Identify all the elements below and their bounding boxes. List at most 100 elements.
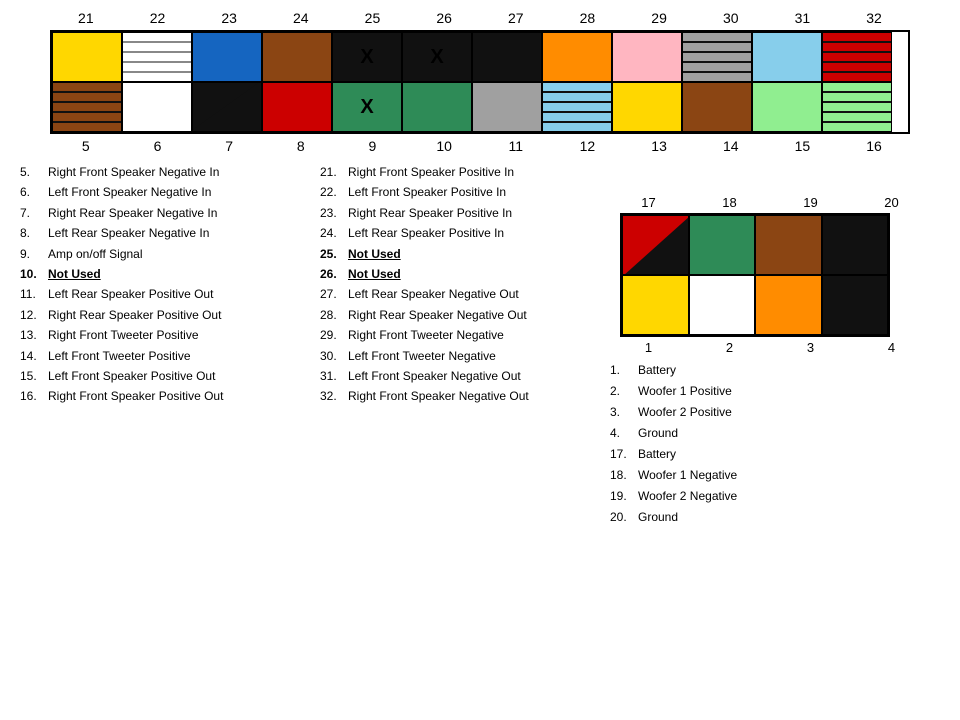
legend-num-23: 23. bbox=[320, 203, 348, 223]
pin-30: 30 bbox=[696, 10, 766, 26]
pin-27: 27 bbox=[481, 10, 551, 26]
small-row-bottom bbox=[622, 275, 888, 335]
legend-item-26: 26. Not Used bbox=[320, 264, 610, 284]
main-container: 21 22 23 24 25 26 27 28 29 30 31 32 X bbox=[0, 0, 960, 417]
legend-item-7: 7. Right Rear Speaker Negative In bbox=[20, 203, 310, 223]
cell-25-top: X bbox=[332, 32, 402, 82]
x-9: X bbox=[360, 96, 373, 119]
small-pin-4: 4 bbox=[858, 340, 925, 355]
legend-item-23: 23. Right Rear Speaker Positive In bbox=[320, 203, 610, 223]
top-connector: 21 22 23 24 25 26 27 28 29 30 31 32 X bbox=[50, 10, 910, 154]
legend-num-24: 24. bbox=[320, 223, 348, 243]
legend-item-15: 15. Left Front Speaker Positive Out bbox=[20, 366, 310, 386]
x-25: X bbox=[360, 46, 373, 69]
pin-6: 6 bbox=[122, 138, 192, 154]
cell-24-top bbox=[262, 32, 332, 82]
legend-num-25: 25. bbox=[320, 244, 348, 264]
pin-10: 10 bbox=[409, 138, 479, 154]
cell-15-bot bbox=[752, 82, 822, 132]
cell-32-top bbox=[822, 32, 892, 82]
legend-num-29: 29. bbox=[320, 325, 348, 345]
connector-row-top: X X bbox=[52, 32, 908, 82]
pin-22: 22 bbox=[122, 10, 192, 26]
small-legend-num-3: 3. bbox=[610, 402, 638, 423]
legend-left: 5. Right Front Speaker Negative In 6. Le… bbox=[20, 162, 310, 407]
cell-6-bot bbox=[122, 82, 192, 132]
small-pin-18: 18 bbox=[696, 195, 763, 210]
small-legend-19: 19. Woofer 2 Negative bbox=[610, 486, 940, 507]
legend-item-32: 32. Right Front Speaker Negative Out bbox=[320, 386, 610, 406]
small-row-top bbox=[622, 215, 888, 275]
legend-item-21: 21. Right Front Speaker Positive In bbox=[320, 162, 610, 182]
cell-9-bot: X bbox=[332, 82, 402, 132]
small-pin-numbers-top: 17 18 19 20 bbox=[600, 195, 940, 210]
legend-num-12: 12. bbox=[20, 305, 48, 325]
cell-29-top bbox=[612, 32, 682, 82]
small-legend-1: 1. Battery bbox=[610, 360, 940, 381]
cell-21-top bbox=[52, 32, 122, 82]
small-legend-text-4: Ground bbox=[638, 423, 678, 444]
small-cell-4-bot bbox=[822, 275, 889, 335]
cell-27-top bbox=[472, 32, 542, 82]
small-legend-num-4: 4. bbox=[610, 423, 638, 444]
pin-28: 28 bbox=[552, 10, 622, 26]
legend-num-6: 6. bbox=[20, 182, 48, 202]
cell-14-bot bbox=[682, 82, 752, 132]
legend-text-22: Left Front Speaker Positive In bbox=[348, 182, 506, 202]
small-pin-1: 1 bbox=[615, 340, 682, 355]
small-legend-17: 17. Battery bbox=[610, 444, 940, 465]
cell-31-top bbox=[752, 32, 822, 82]
cell-7-bot bbox=[192, 82, 262, 132]
legend-item-29: 29. Right Front Tweeter Negative bbox=[320, 325, 610, 345]
legend-text-28: Right Rear Speaker Negative Out bbox=[348, 305, 527, 325]
small-legend-text-2: Woofer 1 Positive bbox=[638, 381, 732, 402]
legend-text-30: Left Front Tweeter Negative bbox=[348, 346, 496, 366]
legend-text-15: Left Front Speaker Positive Out bbox=[48, 366, 215, 386]
legend-num-28: 28. bbox=[320, 305, 348, 325]
legend-text-29: Right Front Tweeter Negative bbox=[348, 325, 504, 345]
pin-7: 7 bbox=[194, 138, 264, 154]
legend-item-22: 22. Left Front Speaker Positive In bbox=[320, 182, 610, 202]
pin-numbers-bottom: 5 6 7 8 9 10 11 12 13 14 15 16 bbox=[50, 134, 910, 154]
pin-11: 11 bbox=[481, 138, 551, 154]
small-legend-text-17: Battery bbox=[638, 444, 676, 465]
legend-num-10: 10. bbox=[20, 264, 48, 284]
cell-28-top bbox=[542, 32, 612, 82]
pin-25: 25 bbox=[337, 10, 407, 26]
pin-15: 15 bbox=[767, 138, 837, 154]
legend-item-30: 30. Left Front Tweeter Negative bbox=[320, 346, 610, 366]
small-legend-num-2: 2. bbox=[610, 381, 638, 402]
small-cell-20-top bbox=[822, 215, 889, 275]
legend-item-24: 24. Left Rear Speaker Positive In bbox=[320, 223, 610, 243]
legend-item-14: 14. Left Front Tweeter Positive bbox=[20, 346, 310, 366]
legend-text-5: Right Front Speaker Negative In bbox=[48, 162, 219, 182]
legend-text-21: Right Front Speaker Positive In bbox=[348, 162, 514, 182]
pin-29: 29 bbox=[624, 10, 694, 26]
legend-item-9: 9. Amp on/off Signal bbox=[20, 244, 310, 264]
legend-item-8: 8. Left Rear Speaker Negative In bbox=[20, 223, 310, 243]
cell-10-bot bbox=[402, 82, 472, 132]
small-cell-18-top bbox=[689, 215, 756, 275]
legend-text-7: Right Rear Speaker Negative In bbox=[48, 203, 217, 223]
small-pin-2: 2 bbox=[696, 340, 763, 355]
legend-num-21: 21. bbox=[320, 162, 348, 182]
small-legend-20: 20. Ground bbox=[610, 507, 940, 528]
legend-text-27: Left Rear Speaker Negative Out bbox=[348, 284, 519, 304]
legend-item-31: 31. Left Front Speaker Negative Out bbox=[320, 366, 610, 386]
legend-text-9: Amp on/off Signal bbox=[48, 244, 143, 264]
small-connector bbox=[620, 213, 890, 337]
cell-5-bot bbox=[52, 82, 122, 132]
legend-text-32: Right Front Speaker Negative Out bbox=[348, 386, 529, 406]
small-cell-19-top bbox=[755, 215, 822, 275]
connector-body: X X bbox=[50, 30, 910, 134]
small-legend-num-1: 1. bbox=[610, 360, 638, 381]
small-legend-text-3: Woofer 2 Positive bbox=[638, 402, 732, 423]
legend-item-27: 27. Left Rear Speaker Negative Out bbox=[320, 284, 610, 304]
pin-numbers-top: 21 22 23 24 25 26 27 28 29 30 31 32 bbox=[50, 10, 910, 30]
legend-num-27: 27. bbox=[320, 284, 348, 304]
small-legend-num-20: 20. bbox=[610, 507, 638, 528]
legend-text-12: Right Rear Speaker Positive Out bbox=[48, 305, 221, 325]
connector-row-bottom: X bbox=[52, 82, 908, 132]
legend-text-8: Left Rear Speaker Negative In bbox=[48, 223, 209, 243]
small-legend-text-20: Ground bbox=[638, 507, 678, 528]
